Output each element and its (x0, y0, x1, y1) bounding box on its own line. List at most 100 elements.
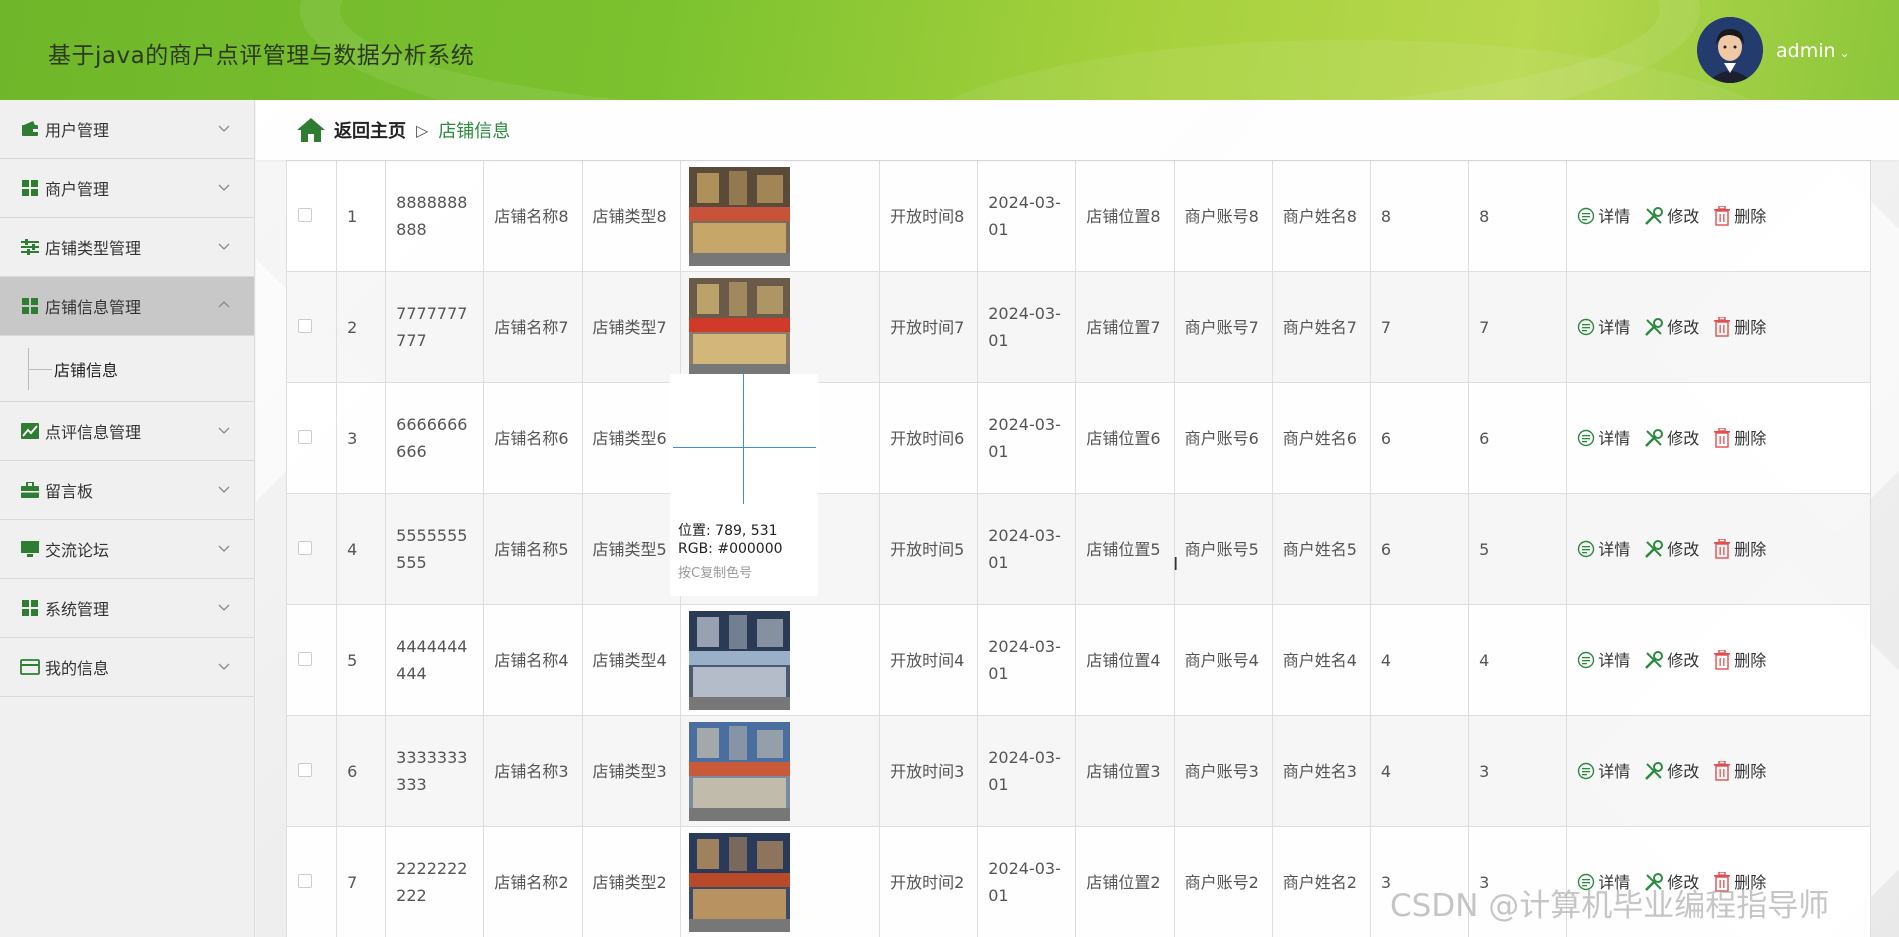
created-date: 2024-03-01 (977, 160, 1077, 272)
edit-button[interactable]: 修改 (1644, 314, 1699, 341)
table-row: 5 4444444444 店铺名称4 店铺类型4 开放时间4 2024-03-01 店铺位置… (285, 604, 1871, 716)
detail-button[interactable]: 详情 (1577, 425, 1630, 452)
breadcrumb-home-link[interactable]: 返回主页 (334, 117, 406, 143)
row-index: 4 (336, 493, 387, 605)
sidebar-item-store-info-management[interactable]: 店铺信息管理 (0, 277, 254, 336)
picker-hint: 按C复制色号 (678, 566, 753, 581)
edit-label: 修改 (1667, 650, 1700, 670)
store-name: 店铺名称2 (483, 826, 583, 937)
sidebar-item-my-info[interactable]: 我的信息 (0, 638, 254, 697)
edit-button[interactable]: 修改 (1644, 203, 1699, 230)
delete-button[interactable]: 删除 (1713, 536, 1766, 563)
row-checkbox[interactable] (298, 651, 312, 666)
row-checkbox-cell (285, 271, 338, 383)
merchant-name: 商户姓名8 (1271, 160, 1371, 272)
store-image-cell (679, 271, 881, 383)
sidebar-item-message-board[interactable]: 留言板 (0, 461, 254, 520)
username: admin (1776, 40, 1836, 62)
sidebar-item-review-management[interactable]: 点评信息管理 (0, 402, 254, 461)
count-cell: 8 (1369, 160, 1470, 272)
detail-button[interactable]: 详情 (1577, 758, 1630, 785)
open-time: 开放时间7 (879, 271, 979, 383)
tree-line (28, 369, 52, 370)
delete-button[interactable]: 删除 (1713, 314, 1766, 341)
store-location: 店铺位置4 (1075, 604, 1175, 716)
store-image[interactable] (688, 166, 790, 266)
sidebar-item-label: 交流论坛 (45, 541, 110, 560)
row-checkbox[interactable] (298, 207, 312, 222)
sidebar-item-forum[interactable]: 交流论坛 (0, 520, 254, 579)
row-checkbox-cell (285, 160, 338, 272)
detail-button[interactable]: 详情 (1577, 314, 1630, 341)
store-type: 店铺类型4 (581, 604, 681, 716)
actions-cell: 详情 修改 删除 (1566, 160, 1871, 272)
sidebar-item-user-management[interactable]: 用户管理 (0, 100, 254, 159)
grid-icon (20, 599, 40, 617)
detail-button[interactable]: 详情 (1577, 203, 1630, 230)
sidebar-item-store-type-management[interactable]: 店铺类型管理 (0, 218, 254, 277)
actions-cell: 详情 修改 删除 (1566, 604, 1871, 716)
store-type: 店铺类型6 (581, 382, 681, 494)
merchant-name: 商户姓名5 (1271, 493, 1371, 605)
detail-icon (1578, 318, 1595, 336)
store-name: 店铺名称3 (483, 715, 583, 827)
row-checkbox[interactable] (298, 873, 312, 888)
row-checkbox[interactable] (298, 318, 312, 333)
merchant-name: 商户姓名3 (1271, 715, 1371, 827)
delete-button[interactable]: 删除 (1713, 758, 1766, 785)
store-image[interactable] (688, 721, 790, 821)
card-icon (20, 658, 40, 676)
delete-button[interactable]: 删除 (1713, 425, 1766, 452)
row-index: 5 (336, 604, 387, 716)
detail-label: 详情 (1598, 206, 1631, 226)
detail-button[interactable]: 详情 (1577, 536, 1630, 563)
breadcrumb-current: 店铺信息 (438, 121, 511, 142)
created-date: 2024-03-01 (977, 271, 1077, 383)
merchant-account: 商户账号5 (1173, 493, 1273, 605)
count-cell: 7 (1468, 271, 1568, 383)
edit-button[interactable]: 修改 (1644, 647, 1699, 674)
created-date: 2024-03-01 (977, 715, 1077, 827)
avatar[interactable] (1697, 17, 1763, 83)
user-menu[interactable]: admin ⌄ (1776, 40, 1850, 62)
trash-icon (1714, 761, 1731, 781)
store-image[interactable] (688, 832, 790, 932)
store-code: 8888888888 (385, 160, 485, 272)
sidebar-item-system-management[interactable]: 系统管理 (0, 579, 254, 638)
store-name: 店铺名称8 (483, 160, 583, 272)
home-icon[interactable] (296, 117, 326, 143)
edit-button[interactable]: 修改 (1644, 758, 1699, 785)
store-type: 店铺类型7 (581, 271, 681, 383)
edit-button[interactable]: 修改 (1644, 425, 1699, 452)
chevron-down-icon (218, 545, 230, 552)
row-checkbox[interactable] (298, 540, 312, 555)
crosshair-horizontal (673, 447, 816, 448)
store-name: 店铺名称7 (483, 271, 583, 383)
store-code: 4444444444 (385, 604, 485, 716)
trash-icon (1714, 206, 1731, 226)
row-checkbox-cell (285, 604, 338, 716)
delete-label: 删除 (1734, 317, 1767, 337)
store-image[interactable] (688, 277, 790, 377)
store-image[interactable] (688, 610, 790, 710)
count-cell: 4 (1468, 604, 1568, 716)
sidebar-item-label: 点评信息管理 (45, 423, 142, 442)
detail-button[interactable]: 详情 (1577, 647, 1630, 674)
edit-button[interactable]: 修改 (1644, 536, 1699, 563)
row-checkbox[interactable] (298, 762, 312, 777)
sidebar-item-merchant-management[interactable]: 商户管理 (0, 159, 254, 218)
wrench-icon (1645, 207, 1664, 225)
merchant-name: 商户姓名6 (1271, 382, 1371, 494)
store-code: 6666666666 (385, 382, 485, 494)
detail-icon (1578, 540, 1595, 558)
row-checkbox-cell (285, 493, 338, 605)
table-row: 3 6666666666 店铺名称6 店铺类型6 开放时间6 2024-03-01 店铺位置… (285, 382, 1871, 494)
sidebar-item-label: 店铺类型管理 (45, 239, 142, 258)
delete-button[interactable]: 删除 (1713, 647, 1766, 674)
delete-button[interactable]: 删除 (1713, 203, 1766, 230)
actions-cell: 详情 修改 删除 (1566, 715, 1871, 827)
row-checkbox[interactable] (298, 429, 312, 444)
sidebar-subitem-store-info[interactable]: 店铺信息 (0, 336, 254, 402)
edit-label: 修改 (1667, 206, 1700, 226)
detail-label: 详情 (1598, 428, 1631, 448)
